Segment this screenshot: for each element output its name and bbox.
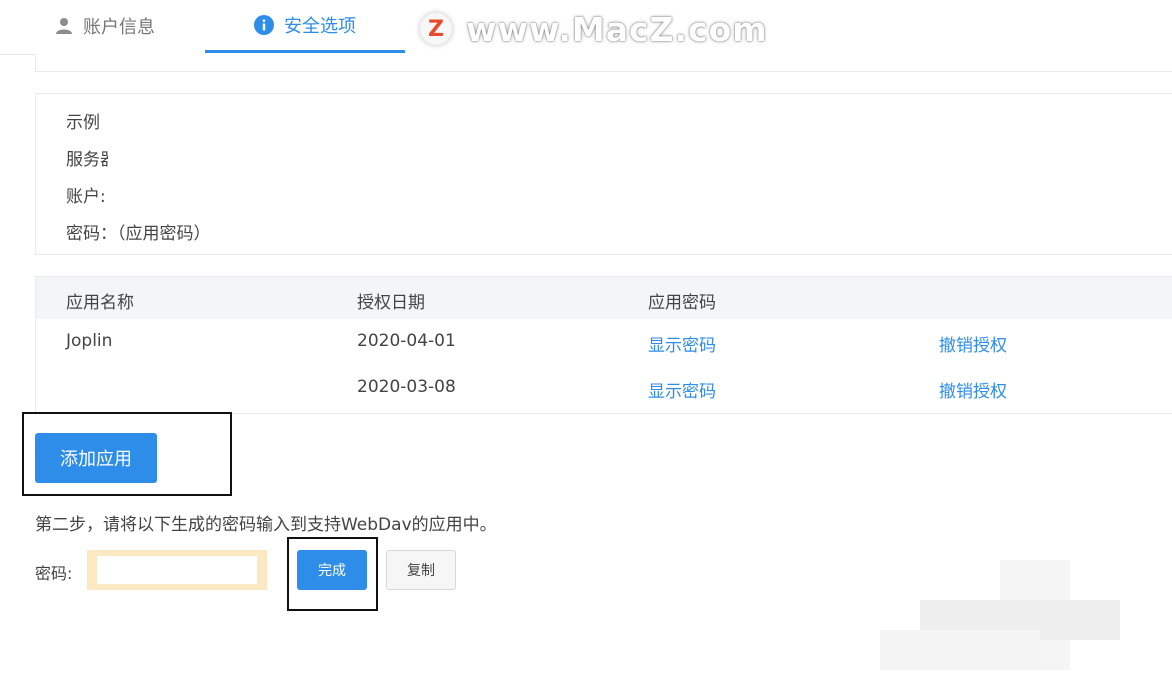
example-password: 密码：（应用密码） (66, 224, 211, 244)
step2-instruction: 第二步，请将以下生成的密码输入到支持WebDav的应用中。 (35, 515, 497, 535)
done-button[interactable]: 完成 (297, 550, 367, 590)
watermark-text: www.MacZ.com (466, 9, 768, 49)
watermark-logo: Z (420, 13, 452, 45)
header-app-name: 应用名称 (66, 293, 134, 313)
copy-button[interactable]: 复制 (386, 550, 456, 590)
tab-account-info[interactable]: 账户信息 (25, 0, 185, 52)
show-password-link[interactable]: 显示密码 (648, 331, 716, 356)
blurred-region (880, 560, 1120, 670)
show-password-link[interactable]: 显示密码 (648, 377, 716, 402)
password-field-wrapper (87, 550, 267, 590)
row-auth-date: 2020-04-01 (357, 331, 456, 351)
example-title: 示例 (66, 113, 100, 133)
add-app-button[interactable]: 添加应用 (35, 433, 157, 483)
info-icon (254, 15, 274, 35)
row-app-name: Joplin (66, 331, 113, 351)
tab-security-options-label: 安全选项 (284, 16, 356, 37)
example-account: 账户: (66, 187, 106, 207)
password-input[interactable] (97, 556, 257, 584)
tab-account-info-label: 账户信息 (83, 17, 155, 38)
row-auth-date: 2020-03-08 (357, 377, 456, 397)
watermark: Z www.MacZ.com (420, 8, 768, 50)
apps-table: 应用名称 授权日期 应用密码 Joplin 2020-04-01 显示密码 撤销… (35, 276, 1172, 414)
password-label: 密码: (35, 564, 73, 583)
header-auth-date: 授权日期 (357, 293, 425, 313)
revoke-authorization-link[interactable]: 撤销授权 (939, 377, 1007, 402)
tab-security-options[interactable]: 安全选项 (205, 0, 405, 53)
table-header: 应用名称 授权日期 应用密码 (36, 277, 1172, 319)
header-app-password: 应用密码 (648, 293, 716, 313)
example-server: 服务器 (66, 150, 108, 170)
revoke-authorization-link[interactable]: 撤销授权 (939, 331, 1007, 356)
example-card: 示例 服务器 账户: 密码：（应用密码） (35, 93, 1172, 255)
card-stub (35, 54, 1172, 72)
user-icon (55, 17, 73, 35)
